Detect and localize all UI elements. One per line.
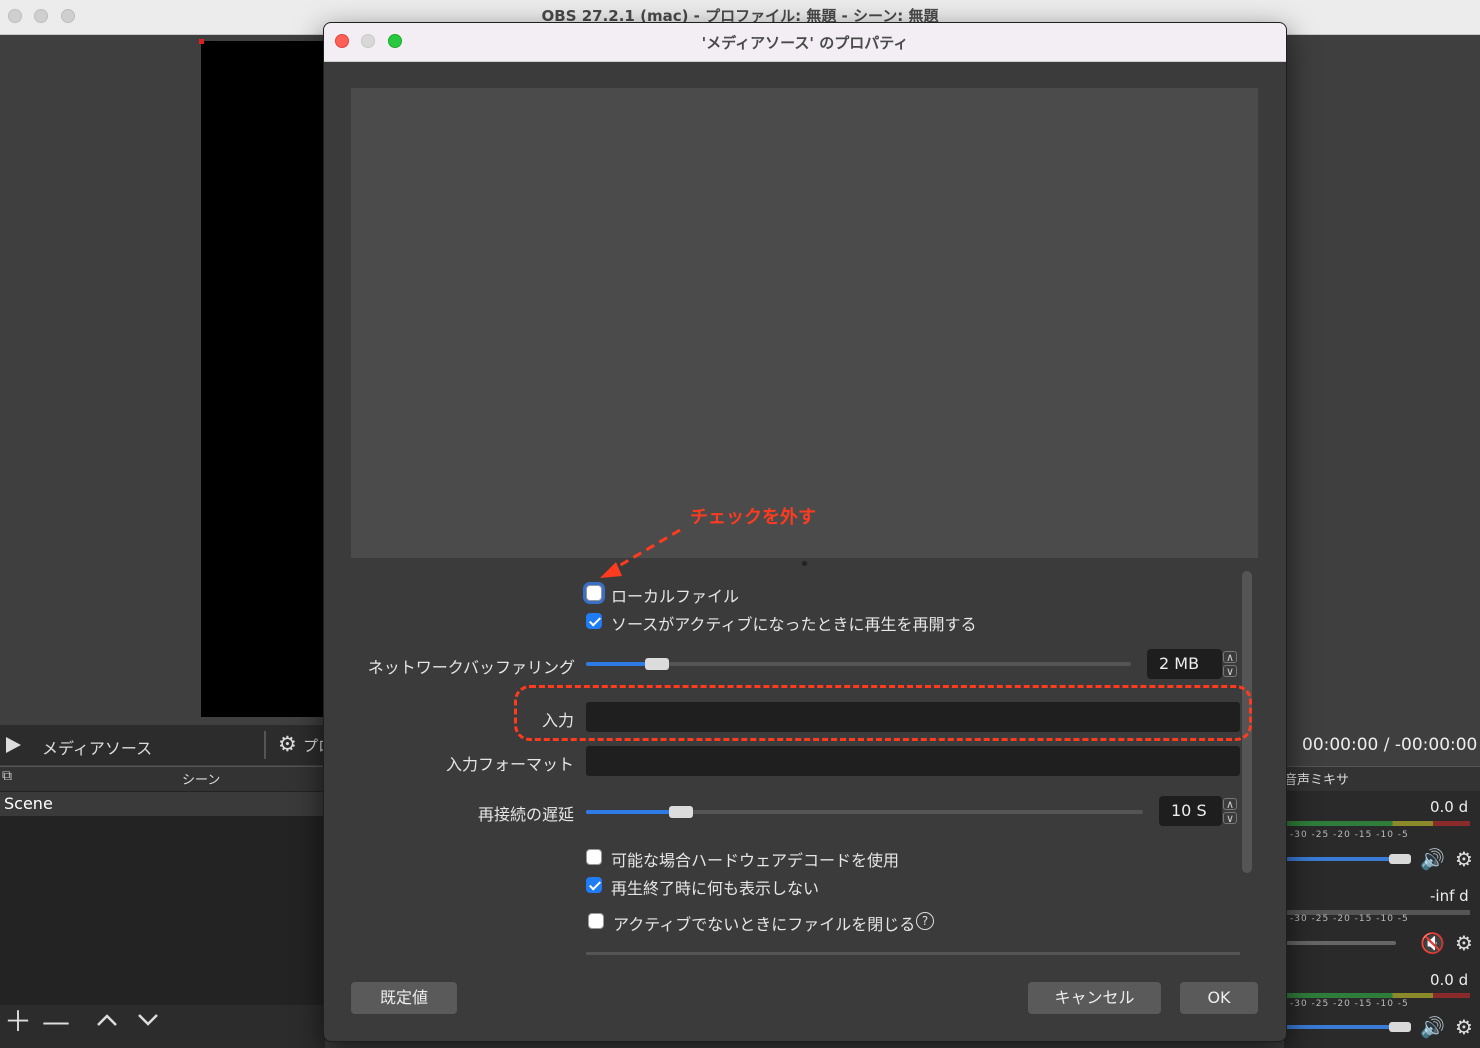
show-nothing-on-end-checkbox[interactable] <box>586 877 602 893</box>
source-preview <box>351 88 1258 558</box>
splitter-handle[interactable] <box>802 561 807 566</box>
add-scene-icon[interactable]: ＋ <box>4 1008 32 1036</box>
reconnect-delay-label: 再接続の遅延 <box>477 805 574 824</box>
dialog-title: 'メディアソース' のプロパティ <box>701 34 909 52</box>
channel-1-meter <box>1286 821 1470 826</box>
cancel-button[interactable]: キャンセル <box>1028 982 1161 1014</box>
network-buffering-spinbox[interactable]: 2 MB <box>1147 649 1222 679</box>
speaker-icon[interactable]: 🔊 <box>1420 1015 1445 1039</box>
undock-icon[interactable]: ⧉ <box>2 768 12 784</box>
close-when-inactive-label: アクティブでないときにファイルを閉じる <box>613 915 916 934</box>
channel-2-volume-track[interactable] <box>1286 941 1396 945</box>
network-buffering-stepper[interactable]: ∧ ∨ <box>1221 649 1239 679</box>
gear-icon[interactable]: ⚙ <box>1455 931 1473 955</box>
channel-3-volume-track[interactable] <box>1286 1025 1396 1029</box>
channel-3-volume-handle[interactable] <box>1389 1022 1411 1032</box>
local-file-checkbox[interactable] <box>586 585 602 601</box>
gear-icon[interactable]: ⚙ <box>278 732 297 756</box>
reconnect-delay-stepper[interactable]: ∧ ∨ <box>1221 796 1239 826</box>
properties-dialog: 'メディアソース' のプロパティ ローカルファイル ソースがアクティブになったと… <box>323 22 1287 1042</box>
network-buffering-label: ネットワークバッファリング <box>367 658 575 677</box>
chevron-down-icon[interactable]: ∨ <box>1223 665 1237 678</box>
scenes-list <box>0 791 325 1005</box>
hw-decode-checkbox[interactable] <box>586 849 602 865</box>
input-format-field[interactable] <box>586 746 1240 776</box>
channel-1-volume-track[interactable] <box>1286 857 1396 861</box>
channel-1-db: 0.0 d <box>1430 798 1469 816</box>
dialog-titlebar: 'メディアソース' のプロパティ <box>324 23 1286 62</box>
media-time-display: 00:00:00 / -00:00:00 <box>1302 735 1478 755</box>
toolbar-source-name: メディアソース <box>42 739 153 758</box>
channel-2-db: -inf d <box>1430 887 1469 905</box>
play-icon[interactable] <box>6 737 21 753</box>
channel-3-meter <box>1286 993 1470 998</box>
local-file-label: ローカルファイル <box>611 587 740 606</box>
ok-button[interactable]: OK <box>1180 982 1258 1014</box>
channel-1-ticks: -30 -25 -20 -15 -10 -5 <box>1290 830 1409 840</box>
chevron-down-icon[interactable]: ∨ <box>1223 812 1237 825</box>
move-down-icon[interactable] <box>137 1012 159 1028</box>
speaker-icon[interactable]: 🔊 <box>1420 847 1445 871</box>
help-icon[interactable]: ? <box>916 912 934 930</box>
scenes-dock-title: シーン <box>182 773 221 788</box>
channel-1-volume-handle[interactable] <box>1389 854 1411 864</box>
hw-decode-label: 可能な場合ハードウェアデコードを使用 <box>611 851 900 870</box>
speaker-muted-icon[interactable]: 🔇 <box>1420 931 1445 955</box>
gear-icon[interactable]: ⚙ <box>1455 847 1473 871</box>
input-format-label: 入力フォーマット <box>445 755 574 774</box>
channel-3-ticks: -30 -25 -20 -15 -10 -5 <box>1290 999 1409 1009</box>
reconnect-delay-spinbox[interactable]: 10 S <box>1159 796 1222 826</box>
channel-3-db: 0.0 d <box>1430 971 1469 989</box>
restart-on-active-label: ソースがアクティブになったときに再生を再開する <box>611 615 977 634</box>
move-up-icon[interactable] <box>96 1012 118 1028</box>
network-buffering-handle[interactable] <box>644 658 669 670</box>
chevron-up-icon[interactable]: ∧ <box>1223 651 1237 664</box>
scene-item-label: Scene <box>4 794 53 813</box>
properties-bottom-scrollbar[interactable] <box>586 952 1240 955</box>
annotation-highlight-box <box>514 685 1252 741</box>
reconnect-delay-fill <box>586 810 681 814</box>
show-nothing-on-end-label: 再生終了時に何も表示しない <box>611 879 820 898</box>
channel-2-ticks: -30 -25 -20 -15 -10 -5 <box>1290 914 1409 924</box>
chevron-up-icon[interactable]: ∧ <box>1223 798 1237 811</box>
program-preview[interactable] <box>201 41 326 717</box>
selection-handle[interactable] <box>199 39 204 44</box>
gear-icon[interactable]: ⚙ <box>1455 1015 1473 1039</box>
toolbar-divider <box>264 731 266 759</box>
close-when-inactive-checkbox[interactable] <box>588 913 604 929</box>
restart-on-active-checkbox[interactable] <box>586 613 602 629</box>
annotation-callout: チェックを外す <box>690 507 816 528</box>
defaults-button[interactable]: 既定値 <box>351 982 457 1014</box>
reconnect-delay-handle[interactable] <box>668 806 693 818</box>
scenes-dock-header <box>0 766 325 791</box>
remove-scene-icon[interactable]: — <box>42 1008 70 1036</box>
